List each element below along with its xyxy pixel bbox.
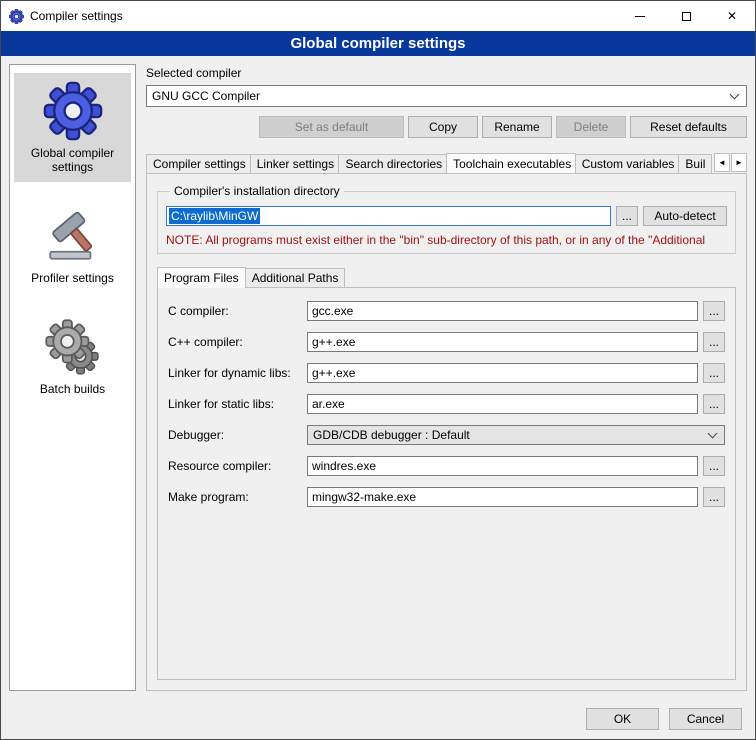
resource-compiler-input[interactable] (307, 456, 698, 476)
installation-directory-groupbox: Compiler's installation directory C:\ray… (157, 184, 736, 254)
resource-compiler-browse-button[interactable]: ... (703, 456, 725, 476)
tab-build-options[interactable]: Buil (678, 154, 712, 173)
close-icon: ✕ (727, 9, 737, 23)
subtab-additional-paths[interactable]: Additional Paths (245, 268, 346, 287)
window-controls: ✕ (617, 1, 755, 31)
tab-toolchain-executables[interactable]: Toolchain executables (446, 153, 576, 173)
tab-scroll-buttons: ◄ ► (714, 153, 747, 172)
compiler-action-buttons: Set as default Copy Rename Delete Reset … (146, 116, 747, 138)
static-linker-label: Linker for static libs: (168, 397, 302, 411)
maximize-icon (682, 12, 691, 21)
sidebar-item-global-compiler-settings[interactable]: Global compiler settings (14, 73, 131, 182)
sidebar-item-label: Global compiler settings (16, 146, 129, 174)
resource-compiler-row: Resource compiler: ... (168, 456, 725, 476)
c-compiler-row: C compiler: ... (168, 301, 725, 321)
sidebar-item-batch-builds[interactable]: Batch builds (14, 309, 131, 404)
dynamic-linker-row: Linker for dynamic libs: ... (168, 363, 725, 383)
make-program-row: Make program: ... (168, 487, 725, 507)
delete-button[interactable]: Delete (556, 116, 626, 138)
cpp-compiler-browse-button[interactable]: ... (703, 332, 725, 352)
tab-search-directories[interactable]: Search directories (338, 154, 447, 173)
debugger-row: Debugger: GDB/CDB debugger : Default (168, 425, 725, 445)
c-compiler-input[interactable] (307, 301, 698, 321)
cpp-compiler-input[interactable] (307, 332, 698, 352)
cancel-button[interactable]: Cancel (669, 708, 742, 730)
window-title: Compiler settings (30, 9, 123, 23)
settings-tabstrip: Compiler settings Linker settings Search… (146, 152, 747, 173)
make-program-input[interactable] (307, 487, 698, 507)
gray-gears-icon (43, 317, 103, 377)
dynamic-linker-input[interactable] (307, 363, 698, 383)
auto-detect-button[interactable]: Auto-detect (643, 206, 727, 226)
ok-button[interactable]: OK (586, 708, 659, 730)
installation-directory-input[interactable]: C:\raylib\MinGW (166, 206, 611, 226)
c-compiler-label: C compiler: (168, 304, 302, 318)
tab-compiler-settings[interactable]: Compiler settings (146, 154, 251, 173)
program-files-panel: C compiler: ... C++ compiler: ... Linker… (157, 287, 736, 680)
selected-compiler-label: Selected compiler (146, 66, 747, 80)
minimize-button[interactable] (617, 1, 663, 31)
dynamic-linker-label: Linker for dynamic libs: (168, 366, 302, 380)
tab-scroll-left-button[interactable]: ◄ (714, 153, 730, 172)
cpp-compiler-label: C++ compiler: (168, 335, 302, 349)
sidebar-item-label: Profiler settings (31, 271, 114, 285)
main-settings-area: Selected compiler GNU GCC Compiler Set a… (146, 64, 747, 691)
blue-gear-icon (43, 81, 103, 141)
debugger-dropdown[interactable]: GDB/CDB debugger : Default (307, 425, 725, 445)
subtab-program-files[interactable]: Program Files (157, 267, 246, 288)
debugger-value: GDB/CDB debugger : Default (313, 428, 470, 442)
minimize-icon (635, 16, 645, 17)
toolchain-executables-panel: Compiler's installation directory C:\ray… (146, 173, 747, 691)
copy-button[interactable]: Copy (408, 116, 478, 138)
make-program-label: Make program: (168, 490, 302, 504)
set-as-default-button[interactable]: Set as default (259, 116, 404, 138)
selected-compiler-value: GNU GCC Compiler (152, 89, 260, 103)
executables-subtabstrip: Program Files Additional Paths (157, 266, 736, 287)
selected-compiler-dropdown[interactable]: GNU GCC Compiler (146, 85, 747, 107)
installation-directory-browse-button[interactable]: ... (616, 206, 638, 226)
resource-compiler-label: Resource compiler: (168, 459, 302, 473)
rename-button[interactable]: Rename (482, 116, 552, 138)
sidebar-item-profiler-settings[interactable]: Profiler settings (14, 198, 131, 293)
static-linker-input[interactable] (307, 394, 698, 414)
cpp-compiler-row: C++ compiler: ... (168, 332, 725, 352)
installation-directory-group-label: Compiler's installation directory (170, 184, 344, 198)
window-app-icon (9, 9, 24, 24)
static-linker-browse-button[interactable]: ... (703, 394, 725, 414)
dialog-body: Global compiler settings Profiler settin… (1, 56, 755, 699)
sidebar-item-label: Batch builds (40, 382, 105, 396)
dialog-header: Global compiler settings (1, 31, 755, 56)
installation-directory-value: C:\raylib\MinGW (169, 208, 260, 224)
tab-scroll-right-button[interactable]: ► (731, 153, 747, 172)
installation-directory-row: C:\raylib\MinGW ... Auto-detect (166, 206, 727, 226)
tab-custom-variables[interactable]: Custom variables (575, 154, 680, 173)
dialog-footer: OK Cancel (1, 699, 755, 739)
reset-defaults-button[interactable]: Reset defaults (630, 116, 747, 138)
tab-linker-settings[interactable]: Linker settings (250, 154, 340, 173)
close-button[interactable]: ✕ (709, 1, 755, 31)
settings-category-list: Global compiler settings Profiler settin… (9, 64, 136, 691)
compiler-settings-window: Compiler settings ✕ Global compiler sett… (0, 0, 756, 740)
make-program-browse-button[interactable]: ... (703, 487, 725, 507)
hammer-icon (45, 206, 101, 266)
dynamic-linker-browse-button[interactable]: ... (703, 363, 725, 383)
titlebar: Compiler settings ✕ (1, 1, 755, 31)
chevron-down-icon (730, 89, 740, 99)
static-linker-row: Linker for static libs: ... (168, 394, 725, 414)
bin-subdirectory-note: NOTE: All programs must exist either in … (166, 233, 727, 247)
maximize-button[interactable] (663, 1, 709, 31)
c-compiler-browse-button[interactable]: ... (703, 301, 725, 321)
debugger-label: Debugger: (168, 428, 302, 442)
chevron-down-icon (708, 428, 718, 438)
